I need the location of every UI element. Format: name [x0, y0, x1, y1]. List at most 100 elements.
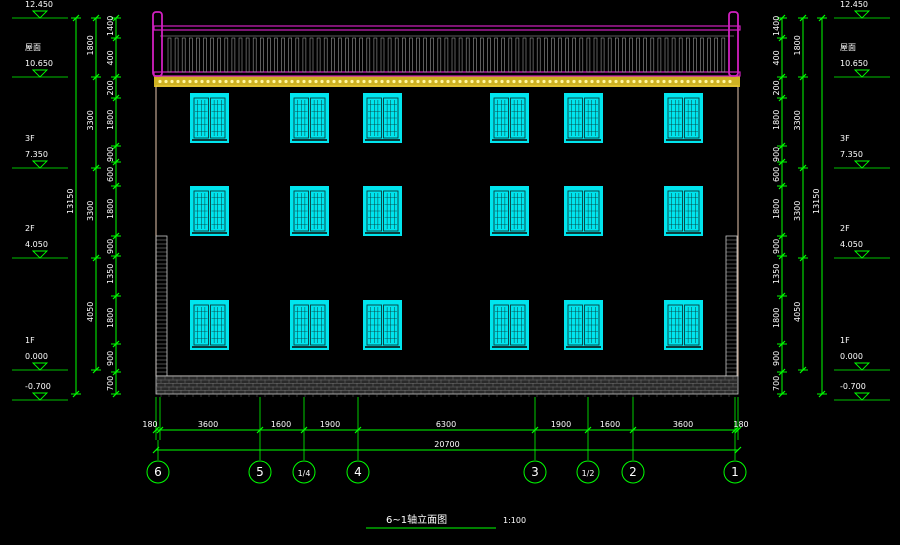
- window-sill: [666, 139, 701, 141]
- window: [290, 300, 329, 350]
- window: [564, 186, 603, 236]
- wall-outline: [155, 85, 739, 377]
- cornice-dot: [428, 79, 432, 84]
- window-sill: [666, 346, 701, 348]
- cornice-dot: [530, 79, 534, 84]
- window: [190, 93, 229, 143]
- dimension-label: 700: [106, 376, 115, 391]
- baluster: [323, 37, 328, 73]
- level-name: 1F: [25, 336, 35, 345]
- cornice-dot: [284, 79, 288, 84]
- baluster: [593, 37, 598, 73]
- window: [290, 93, 329, 143]
- dimension-label: 1800: [106, 199, 115, 219]
- baluster: [416, 37, 420, 73]
- baluster: [629, 37, 633, 73]
- cornice-dot: [440, 79, 444, 84]
- window-sill: [192, 232, 227, 234]
- parapet-base-rail: [153, 71, 741, 77]
- baluster: [210, 37, 214, 73]
- baluster: [394, 37, 399, 73]
- baluster: [252, 37, 257, 73]
- cornice-dot: [704, 79, 708, 84]
- dimension-label: 200: [106, 80, 115, 95]
- cornice-dot: [194, 79, 198, 84]
- dimension-label: 3300: [793, 110, 802, 130]
- baluster: [359, 37, 364, 73]
- level-marker: 3F 7.350: [12, 134, 68, 169]
- window-sill: [192, 346, 227, 348]
- window-sill: [365, 232, 400, 234]
- baluster: [707, 37, 711, 73]
- window-sill: [492, 346, 527, 348]
- dimension-label: 4050: [793, 302, 802, 322]
- baluster: [579, 37, 584, 73]
- dimension-label: 1400: [772, 16, 781, 36]
- level-elevation: 12.450: [840, 0, 868, 9]
- baluster: [536, 37, 541, 73]
- window: [490, 93, 529, 143]
- baluster: [693, 37, 697, 73]
- dimension-total-label: 20700: [434, 440, 459, 449]
- baluster: [259, 37, 264, 73]
- cornice-dot: [386, 79, 390, 84]
- baluster: [267, 37, 271, 73]
- cornice-dot: [524, 79, 528, 84]
- baluster: [245, 37, 250, 73]
- baluster: [373, 37, 378, 73]
- cornice-dot: [422, 79, 426, 84]
- baluster: [543, 37, 548, 73]
- cornice-dot: [692, 79, 696, 84]
- level-marker: 3F 7.350: [834, 134, 890, 169]
- parapet-end-post-right: [728, 11, 739, 77]
- baluster: [231, 37, 236, 73]
- level-elevation: 7.350: [25, 150, 48, 159]
- cornice-dot: [200, 79, 204, 84]
- cornice-dot: [554, 79, 558, 84]
- baluster: [444, 37, 449, 73]
- baluster: [387, 37, 392, 73]
- cornice-dot: [710, 79, 714, 84]
- baluster: [203, 37, 207, 73]
- level-triangle: [853, 10, 871, 19]
- window: [190, 300, 229, 350]
- dimension-label: 900: [772, 239, 781, 254]
- cornice-dot: [332, 79, 336, 84]
- cornice-dot: [368, 79, 372, 84]
- level-marker: 2F 4.050: [834, 224, 890, 259]
- cornice-dot: [404, 79, 408, 84]
- level-elevation: -0.700: [840, 382, 866, 391]
- baluster: [174, 37, 179, 73]
- cornice-dot: [272, 79, 276, 84]
- plinth: [155, 375, 739, 395]
- window: [490, 186, 529, 236]
- cornice-dot: [356, 79, 360, 84]
- cornice-dot: [566, 79, 570, 84]
- cornice-dot: [296, 79, 300, 84]
- cornice-dot: [596, 79, 600, 84]
- window-sill: [492, 232, 527, 234]
- level-elevation: 10.650: [840, 59, 868, 68]
- dimension-label: 600: [772, 167, 781, 182]
- cornice-dot: [182, 79, 186, 84]
- cornice-dot: [224, 79, 228, 84]
- level-triangle: [853, 69, 871, 78]
- cornice-dot: [632, 79, 636, 84]
- window: [363, 186, 402, 236]
- window-sill: [492, 139, 527, 141]
- baluster: [465, 37, 470, 73]
- dimension-label: 1600: [600, 420, 620, 429]
- cornice-dot: [248, 79, 252, 84]
- elevation-drawing: 1400400200180090060018009001350180090070…: [12, 0, 890, 529]
- axis-label: 5: [256, 465, 264, 479]
- drawing-title-block: 6~1轴立面图 1:100: [366, 513, 526, 529]
- dimension-label: 3600: [673, 420, 693, 429]
- dimension-label: 1800: [106, 308, 115, 328]
- cornice-dot: [260, 79, 264, 84]
- cornice-dot: [548, 79, 552, 84]
- cornice-dot: [578, 79, 582, 84]
- cornice-dot: [590, 79, 594, 84]
- baluster: [274, 37, 278, 73]
- baluster: [551, 37, 555, 73]
- dimension-label: 1400: [106, 16, 115, 36]
